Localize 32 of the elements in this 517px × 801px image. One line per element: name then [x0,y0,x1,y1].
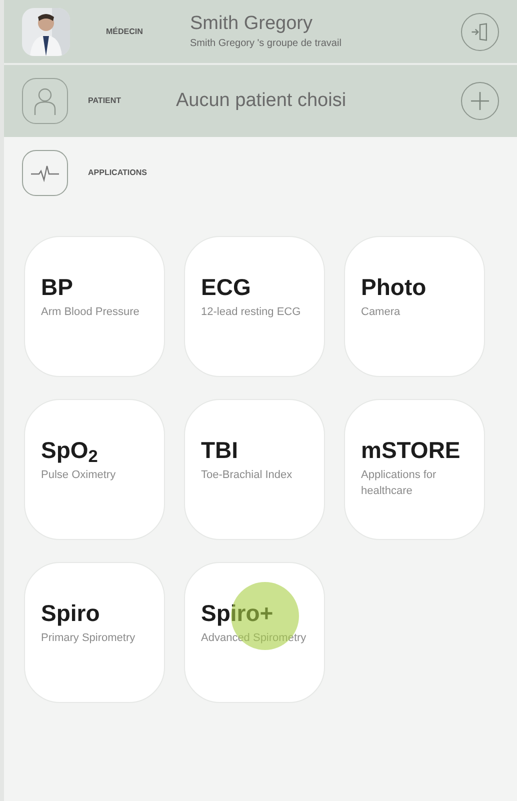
app-tile[interactable]: BP Arm Blood Pressure [24,236,165,377]
doctor-label: MÉDECIN [106,26,144,38]
patient-name: Aucun patient choisi [176,88,348,113]
app-tile[interactable]: Spiro Primary Spirometry [24,562,165,703]
app-tile[interactable]: Photo Camera [344,236,485,377]
app-title: Spiro [41,599,101,628]
app-subtitle: Camera [361,304,402,320]
person-icon [22,78,68,124]
app-subtitle: Pulse Oximetry [41,468,117,483]
heartbeat-icon [22,150,68,196]
app-tile[interactable]: TBI Toe-Brachial Index [184,399,325,540]
app-title: SpO$_{2}$ [41,436,99,465]
app-subtitle: Arm Blood Pressure [41,304,140,320]
logout-button[interactable] [461,12,499,50]
app-title: Photo [361,273,428,302]
app-subtitle: Toe-Brachial Index [201,468,294,483]
app-subtitle: Primary Spirometry [41,630,136,646]
app-subtitle: 12-lead resting ECG [201,304,302,320]
applications-label: APPLICATIONS [88,167,147,179]
app-tile[interactable]: SpO$_{2}$ Pulse Oximetry [24,399,165,540]
add-patient-button[interactable] [461,82,499,120]
doctor-group: Smith Gregory 's groupe de travail [190,36,461,51]
app-subtitle: Applications for healthcare [361,468,438,499]
app-tile[interactable]: ECG 12-lead resting ECG [184,236,325,377]
patient-label: PATIENT [88,95,122,107]
app-title: TBI [201,436,240,465]
app-tile[interactable]: mSTORE Applications for healthcare [344,399,485,540]
app-title: ECG [201,273,252,302]
app-title: mSTORE [361,436,462,465]
plus-icon [469,90,491,112]
app-title: BP [41,273,74,302]
doctor-name: Smith Gregory [190,12,314,36]
